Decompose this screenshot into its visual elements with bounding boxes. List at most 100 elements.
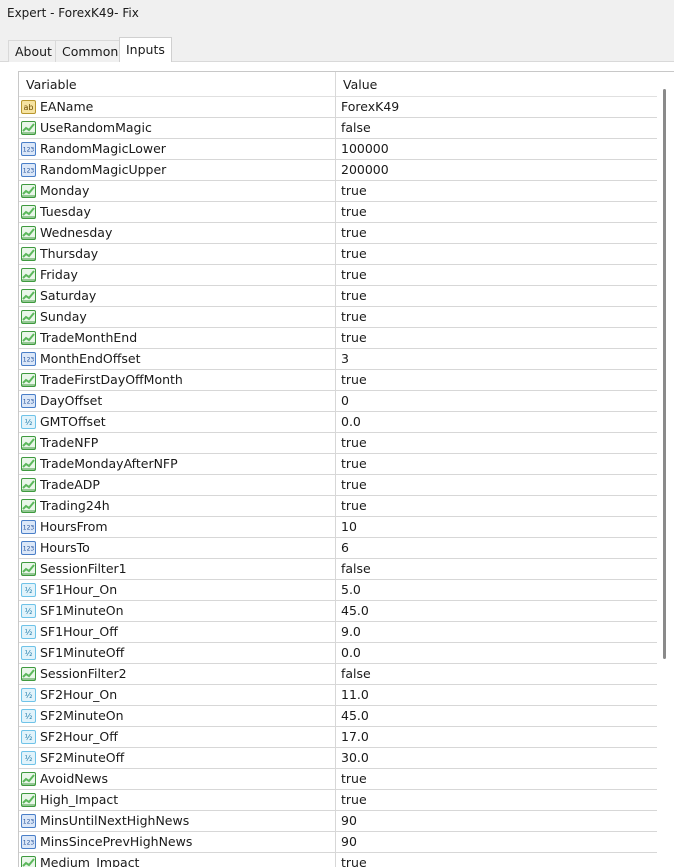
table-row[interactable]: 123 MinsUntilNextHighNews 90 — [19, 811, 674, 832]
value-cell[interactable]: true — [336, 454, 654, 474]
value-cell[interactable]: 90 — [336, 832, 654, 852]
table-row[interactable]: SessionFilter1 false — [19, 559, 674, 580]
value-cell[interactable]: 17.0 — [336, 727, 654, 747]
variable-value[interactable]: 17.0 — [341, 727, 369, 747]
variable-cell[interactable]: TradeNFP — [19, 433, 336, 453]
variable-cell[interactable]: High_Impact — [19, 790, 336, 810]
value-cell[interactable]: true — [336, 202, 654, 222]
variable-cell[interactable]: Tuesday — [19, 202, 336, 222]
variable-value[interactable]: true — [341, 433, 367, 453]
variable-value[interactable]: 0.0 — [341, 643, 361, 663]
table-row[interactable]: ab EAName ForexK49 — [19, 97, 674, 118]
variable-cell[interactable]: Sunday — [19, 307, 336, 327]
vertical-scrollbar[interactable] — [657, 72, 674, 867]
value-cell[interactable]: true — [336, 475, 654, 495]
variable-cell[interactable]: 123 HoursFrom — [19, 517, 336, 537]
table-row[interactable]: Wednesday true — [19, 223, 674, 244]
value-cell[interactable]: true — [336, 769, 654, 789]
variable-value[interactable]: 5.0 — [341, 580, 361, 600]
variable-value[interactable]: 90 — [341, 811, 357, 831]
scrollbar-thumb[interactable] — [663, 89, 666, 659]
variable-value[interactable]: false — [341, 118, 371, 138]
variable-value[interactable]: true — [341, 307, 367, 327]
value-cell[interactable]: true — [336, 853, 654, 867]
table-row[interactable]: ½ SF1MinuteOff 0.0 — [19, 643, 674, 664]
variable-value[interactable]: 45.0 — [341, 601, 369, 621]
variable-cell[interactable]: TradeMondayAfterNFP — [19, 454, 336, 474]
value-cell[interactable]: true — [336, 790, 654, 810]
variable-cell[interactable]: ½ SF1Hour_On — [19, 580, 336, 600]
value-cell[interactable]: 45.0 — [336, 706, 654, 726]
value-cell[interactable]: true — [336, 496, 654, 516]
value-cell[interactable]: false — [336, 664, 654, 684]
variable-value[interactable]: true — [341, 223, 367, 243]
table-row[interactable]: Friday true — [19, 265, 674, 286]
value-cell[interactable]: 0 — [336, 391, 654, 411]
tab-common[interactable]: Common — [55, 40, 126, 62]
variable-value[interactable]: true — [341, 328, 367, 348]
table-row[interactable]: Saturday true — [19, 286, 674, 307]
variable-cell[interactable]: 123 MinsUntilNextHighNews — [19, 811, 336, 831]
value-cell[interactable]: false — [336, 559, 654, 579]
variable-value[interactable]: true — [341, 181, 367, 201]
variable-value[interactable]: 0 — [341, 391, 349, 411]
variable-value[interactable]: true — [341, 286, 367, 306]
variable-cell[interactable]: Wednesday — [19, 223, 336, 243]
variable-cell[interactable]: 123 RandomMagicUpper — [19, 160, 336, 180]
tab-about[interactable]: About — [8, 40, 59, 62]
variable-cell[interactable]: 123 DayOffset — [19, 391, 336, 411]
table-row[interactable]: TradeNFP true — [19, 433, 674, 454]
value-cell[interactable]: true — [336, 433, 654, 453]
tab-inputs[interactable]: Inputs — [119, 37, 172, 63]
variable-cell[interactable]: TradeFirstDayOffMonth — [19, 370, 336, 390]
variable-cell[interactable]: ½ SF2Hour_Off — [19, 727, 336, 747]
variable-cell[interactable]: 123 RandomMagicLower — [19, 139, 336, 159]
value-cell[interactable]: true — [336, 286, 654, 306]
table-row[interactable]: 123 RandomMagicUpper 200000 — [19, 160, 674, 181]
table-row[interactable]: High_Impact true — [19, 790, 674, 811]
table-row[interactable]: TradeFirstDayOffMonth true — [19, 370, 674, 391]
variable-value[interactable]: true — [341, 790, 367, 810]
variable-cell[interactable]: ab EAName — [19, 97, 336, 117]
value-cell[interactable]: 10 — [336, 517, 654, 537]
table-row[interactable]: 123 DayOffset 0 — [19, 391, 674, 412]
column-header-value[interactable]: Value — [343, 72, 377, 97]
value-cell[interactable]: true — [336, 265, 654, 285]
variable-value[interactable]: true — [341, 202, 367, 222]
table-row[interactable]: UseRandomMagic false — [19, 118, 674, 139]
variable-value[interactable]: ForexK49 — [341, 97, 399, 117]
table-row[interactable]: Tuesday true — [19, 202, 674, 223]
variable-cell[interactable]: ½ SF2Hour_On — [19, 685, 336, 705]
column-separator[interactable] — [335, 72, 336, 97]
variable-cell[interactable]: UseRandomMagic — [19, 118, 336, 138]
variable-cell[interactable]: ½ SF2MinuteOn — [19, 706, 336, 726]
variable-cell[interactable]: ½ SF1MinuteOff — [19, 643, 336, 663]
variable-cell[interactable]: Saturday — [19, 286, 336, 306]
table-row[interactable]: ½ SF1Hour_Off 9.0 — [19, 622, 674, 643]
value-cell[interactable]: 0.0 — [336, 643, 654, 663]
variable-value[interactable]: true — [341, 853, 367, 867]
variable-value[interactable]: true — [341, 370, 367, 390]
table-row[interactable]: Thursday true — [19, 244, 674, 265]
value-cell[interactable]: 90 — [336, 811, 654, 831]
variable-value[interactable]: true — [341, 265, 367, 285]
table-row[interactable]: ½ SF2MinuteOff 30.0 — [19, 748, 674, 769]
variable-value[interactable]: 10 — [341, 517, 357, 537]
variable-cell[interactable]: TradeMonthEnd — [19, 328, 336, 348]
variable-value[interactable]: true — [341, 496, 367, 516]
variable-value[interactable]: 30.0 — [341, 748, 369, 768]
table-row[interactable]: Sunday true — [19, 307, 674, 328]
value-cell[interactable]: true — [336, 181, 654, 201]
table-row[interactable]: ½ GMTOffset 0.0 — [19, 412, 674, 433]
value-cell[interactable]: true — [336, 370, 654, 390]
table-row[interactable]: ½ SF2MinuteOn 45.0 — [19, 706, 674, 727]
table-row[interactable]: TradeMondayAfterNFP true — [19, 454, 674, 475]
value-cell[interactable]: 5.0 — [336, 580, 654, 600]
value-cell[interactable]: true — [336, 328, 654, 348]
value-cell[interactable]: 30.0 — [336, 748, 654, 768]
table-row[interactable]: 123 RandomMagicLower 100000 — [19, 139, 674, 160]
variable-value[interactable]: false — [341, 664, 371, 684]
variable-cell[interactable]: ½ SF1MinuteOn — [19, 601, 336, 621]
variable-value[interactable]: true — [341, 769, 367, 789]
variable-cell[interactable]: Trading24h — [19, 496, 336, 516]
